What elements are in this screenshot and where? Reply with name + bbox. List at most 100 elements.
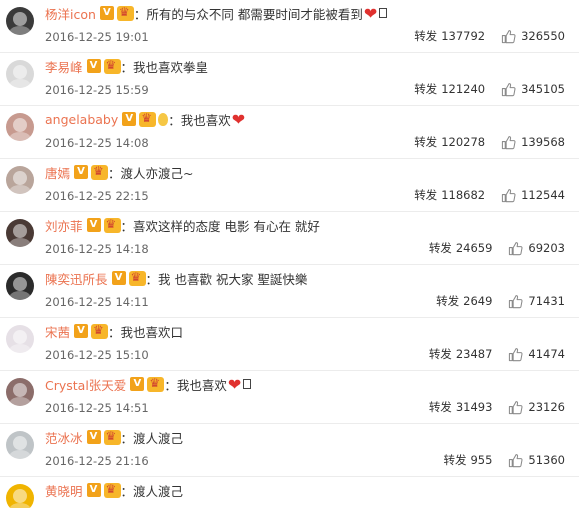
repost-button[interactable]: 转发 [443, 452, 466, 468]
repost-button[interactable]: 转发 [429, 240, 452, 256]
repost-button[interactable]: 转发 [436, 293, 459, 309]
crown-icon [103, 217, 121, 233]
comment-line: 陳奕迅所長V ：我 也喜歡 祝大家 聖誕快樂 [45, 268, 307, 288]
repost-count: 2649 [463, 294, 493, 308]
verified-v-icon: V [86, 483, 101, 497]
crown-icon [116, 5, 134, 21]
comment-line: 杨洋iconV ：所有的与众不同 都需要时间才能被看到❤ [45, 3, 388, 23]
like-count: 23126 [528, 400, 565, 414]
repost-button[interactable]: 转发 [414, 28, 437, 44]
like-count: 51360 [528, 453, 565, 467]
thumbs-up-icon[interactable] [501, 82, 516, 97]
avatar[interactable] [6, 272, 34, 300]
comment-text: ：我也喜欢 [168, 112, 231, 128]
missing-glyph-icon [379, 8, 388, 18]
repost-count: 120278 [441, 135, 486, 149]
username-link[interactable]: 唐嫣 [45, 163, 70, 182]
comment-line: 宋茜 V ：我也喜欢口 [45, 321, 183, 341]
repost-count: 121240 [441, 82, 486, 96]
repost-button[interactable]: 转发 [429, 399, 452, 415]
avatar[interactable] [6, 166, 34, 194]
avatar[interactable] [6, 113, 34, 141]
verified-v-icon: V [111, 271, 126, 285]
comment-stats: 转发 23487 41474 [429, 346, 565, 362]
avatar[interactable] [6, 431, 34, 459]
crown-icon [139, 111, 157, 127]
comment-stats: 转发 955 51360 [443, 452, 565, 468]
avatar[interactable] [6, 219, 34, 247]
crown-icon [103, 429, 121, 445]
crown-icon [103, 58, 121, 74]
thumbs-up-icon[interactable] [508, 347, 523, 362]
avatar[interactable] [6, 484, 34, 508]
comment-stats: 转发 137792 326550 [414, 28, 565, 44]
balloon-icon [158, 112, 169, 126]
repost-count: 31493 [455, 400, 493, 414]
comment-text: ：我也喜欢拳皇 [120, 59, 209, 75]
timestamp: 2016-12-25 21:16 [45, 454, 149, 468]
timestamp: 2016-12-25 14:51 [45, 401, 149, 415]
thumbs-up-icon[interactable] [508, 453, 523, 468]
verified-v-icon: V [122, 112, 137, 126]
username-link[interactable]: 宋茜 [45, 322, 70, 341]
repost-count: 118682 [441, 188, 486, 202]
comment-text: ：渡人渡己 [120, 483, 184, 499]
repost-button[interactable]: 转发 [414, 134, 437, 150]
heart-icon: ❤ [363, 3, 378, 23]
repost-button[interactable]: 转发 [414, 81, 437, 97]
username-link[interactable]: 刘亦菲 [45, 216, 83, 235]
comment-row: Crystal张天爱 V ：我也喜欢❤ 2016-12-25 14:51 转发31493… [0, 371, 579, 424]
timestamp: 2016-12-25 19:01 [45, 30, 149, 44]
comment-text: ：我 也喜歡 祝大家 聖誕快樂 [145, 271, 308, 287]
crown-icon [103, 482, 121, 498]
comment-stats: 转发 24659 69203 [429, 240, 565, 256]
crown-icon [128, 270, 146, 286]
thumbs-up-icon[interactable] [508, 294, 523, 309]
username-link[interactable]: 杨洋icon [45, 4, 96, 23]
verified-v-icon: V [99, 6, 114, 20]
thumbs-up-icon[interactable] [501, 135, 516, 150]
thumbs-up-icon[interactable] [501, 188, 516, 203]
timestamp: 2016-12-25 14:11 [45, 295, 149, 309]
comment-row: 刘亦菲V ：喜欢这样的态度 电影 有心在 就好 2016-12-25 14:18 转发… [0, 212, 579, 265]
username-link[interactable]: 范冰冰 [45, 428, 83, 447]
comment-stats: 转发 31493 23126 [429, 399, 565, 415]
comment-row: angelababy V ：我也喜欢❤ 2016-12-25 14:08 转发 12027… [0, 106, 579, 159]
avatar[interactable] [6, 378, 34, 406]
verified-v-icon: V [74, 324, 89, 338]
comment-row: 杨洋iconV ：所有的与众不同 都需要时间才能被看到❤ 2016-12-25 19… [0, 0, 579, 53]
repost-button[interactable]: 转发 [429, 346, 452, 362]
thumbs-up-icon[interactable] [508, 241, 523, 256]
username-link[interactable]: Crystal张天爱 [45, 375, 126, 394]
username-link[interactable]: angelababy [45, 112, 118, 127]
comment-list: 杨洋iconV：所有的与众不同 都需要时间才能被看到❤2016-12-25 19… [0, 0, 579, 508]
like-count: 69203 [528, 241, 565, 255]
username-link[interactable]: 陳奕迅所長 [45, 269, 108, 288]
verified-v-icon: V [74, 165, 89, 179]
thumbs-up-icon[interactable] [501, 29, 516, 44]
avatar[interactable] [6, 60, 34, 88]
timestamp: 2016-12-25 15:10 [45, 348, 149, 362]
avatar[interactable] [6, 325, 34, 353]
comment-row: 宋茜 V ：我也喜欢口 2016-12-25 15:10 转发23487 41474 [0, 318, 579, 371]
verified-v-icon: V [86, 218, 101, 232]
verified-v-icon: V [130, 377, 145, 391]
like-count: 345105 [521, 82, 565, 96]
repost-button[interactable]: 转发 [414, 187, 437, 203]
avatar[interactable] [6, 7, 34, 35]
crown-icon [91, 164, 109, 180]
username-link[interactable]: 李易峰 [45, 57, 83, 76]
missing-glyph-icon [243, 379, 252, 389]
comment-line: 刘亦菲V ：喜欢这样的态度 电影 有心在 就好 [45, 215, 320, 235]
thumbs-up-icon[interactable] [508, 400, 523, 415]
heart-icon: ❤ [231, 109, 246, 129]
comment-text: ：所有的与众不同 都需要时间才能被看到 [133, 6, 363, 22]
timestamp: 2016-12-25 15:59 [45, 83, 149, 97]
like-count: 41474 [528, 347, 565, 361]
like-count: 326550 [521, 29, 565, 43]
comment-stats: 转发 121240 345105 [414, 81, 565, 97]
username-link[interactable]: 黄晓明 [45, 481, 83, 500]
crown-icon [91, 323, 109, 339]
comment-text: ：喜欢这样的态度 电影 有心在 就好 [120, 218, 320, 234]
comment-row: 李易峰V ：我也喜欢拳皇 2016-12-25 15:59 转发 121240 34510… [0, 53, 579, 106]
